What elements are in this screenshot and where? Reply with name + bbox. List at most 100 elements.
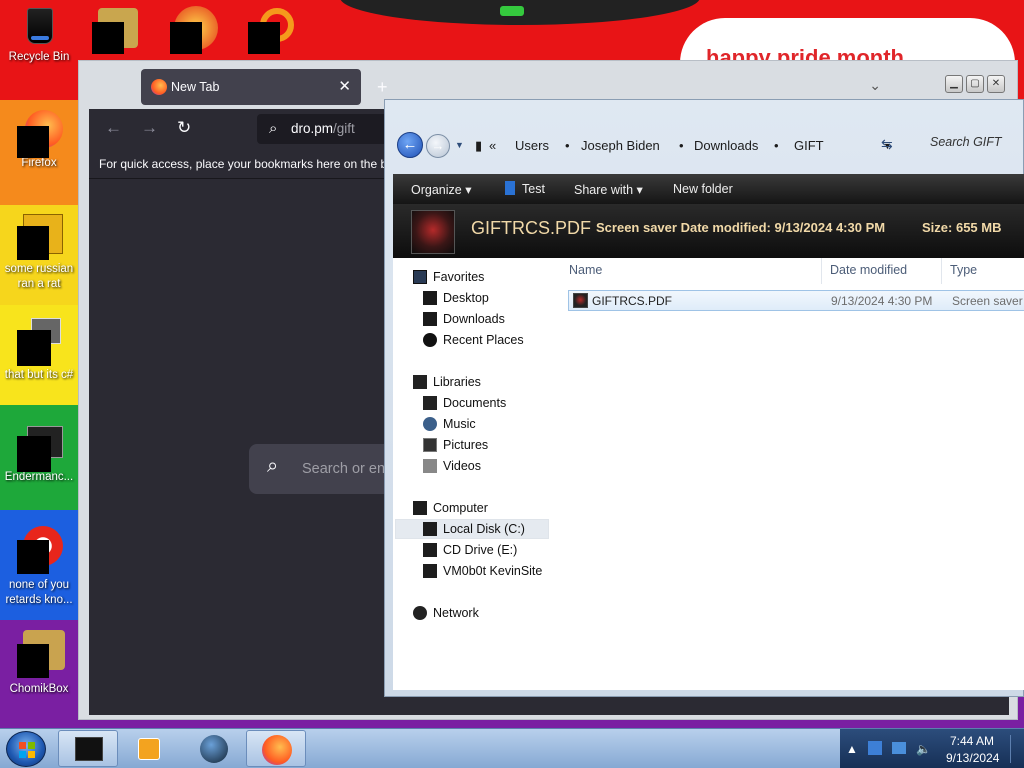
desktop-icon-top-3[interactable] (248, 6, 298, 56)
url-text[interactable]: dro.pm/gift (291, 121, 355, 136)
close-window-button[interactable]: ✕ (987, 75, 1005, 93)
desktop-icon-top-1[interactable] (92, 8, 138, 54)
nav-label: Recent Places (443, 333, 524, 347)
forward-button[interactable]: → (141, 118, 158, 138)
recent-pages-dropdown[interactable]: ▼ (455, 140, 464, 150)
favorites-icon (413, 270, 427, 284)
taskbar-explorer[interactable] (58, 730, 118, 767)
breadcrumb[interactable]: ▮ « Users • Joseph Biden • Downloads • G… (475, 134, 905, 158)
column-separator[interactable] (821, 258, 822, 284)
taskbar: ▲ 🔈 7:44 AM 9/13/2024 (0, 728, 1024, 768)
taskbar-media-player[interactable] (122, 730, 182, 767)
breadcrumb-separator: • (774, 138, 779, 153)
app-icon (17, 214, 63, 260)
nav-local-disk[interactable]: Local Disk (C:) (395, 519, 549, 539)
windows-logo-icon (19, 742, 35, 758)
nav-label: VM0b0t KevinSite (443, 564, 543, 578)
desktop-icon-endermanch[interactable]: Endermanc... (1, 424, 77, 485)
desktop-icon-label: Endermanc... (4, 471, 74, 483)
nav-label: Computer (433, 501, 488, 515)
search-field[interactable]: Search GIFT (930, 135, 1002, 149)
file-list: Name Date modified Type GIFTRCS.PDF 9/13… (563, 258, 1024, 690)
explorer-body: Favorites Desktop Downloads Recent Place… (393, 258, 1024, 690)
breadcrumb-prefix[interactable]: « (489, 138, 496, 153)
volume-icon[interactable]: 🔈 (916, 742, 931, 756)
column-header-type[interactable]: Type (950, 263, 977, 277)
share-with-button[interactable]: Share with ▾ (574, 182, 643, 197)
size-value: 655 MB (955, 220, 1002, 235)
explorer-window: ← → ▼ ▮ « Users • Joseph Biden • Downloa… (384, 99, 1024, 697)
desktop-icon-label: ChomikBox (9, 683, 69, 695)
tab-title: New Tab (171, 80, 220, 94)
firefox-icon (17, 110, 63, 158)
breadcrumb-downloads[interactable]: Downloads (694, 138, 758, 153)
file-date: 9/13/2024 4:30 PM (831, 294, 933, 308)
taskbar-firefox[interactable] (246, 730, 306, 767)
nav-label: Music (443, 417, 476, 431)
desktop-icon-firefox[interactable]: Firefox (1, 110, 77, 171)
desktop-icon-chomikbox[interactable]: ChomikBox (1, 630, 77, 697)
desktop-icon-recycle-bin[interactable]: Recycle Bin (1, 6, 77, 65)
tray-app-icon[interactable] (868, 741, 882, 755)
nav-label: Network (433, 606, 479, 620)
firefox-favicon-icon (151, 79, 167, 95)
maximize-button[interactable]: ▢ (966, 75, 984, 93)
search-icon: ⌕ (269, 120, 278, 137)
taskbar-internet[interactable] (184, 730, 244, 767)
breadcrumb-gift[interactable]: GIFT (794, 138, 824, 153)
new-tab-button[interactable]: + (377, 77, 388, 98)
new-folder-button[interactable]: New folder (673, 182, 733, 196)
network-icon (413, 606, 427, 620)
navigation-pane: Favorites Desktop Downloads Recent Place… (393, 258, 563, 690)
file-type: Screen saver (596, 220, 677, 235)
music-icon (423, 417, 437, 431)
breadcrumb-joseph-biden[interactable]: Joseph Biden (581, 138, 660, 153)
column-header-date-modified[interactable]: Date modified (830, 263, 907, 277)
test-icon (505, 181, 515, 195)
network-status-icon[interactable] (892, 742, 906, 754)
tab-close-button[interactable]: ✕ (338, 77, 351, 95)
system-tray: ▲ 🔈 7:44 AM 9/13/2024 (840, 729, 1024, 768)
chomikbox-icon (17, 630, 65, 678)
network-drive-icon (423, 564, 437, 578)
show-desktop-button[interactable] (1010, 735, 1022, 763)
back-button[interactable]: ← (397, 132, 423, 158)
search-icon: ⌕ (267, 455, 279, 477)
selected-file-name: GIFTRCS.PDF (471, 218, 591, 238)
file-row[interactable]: GIFTRCS.PDF 9/13/2024 4:30 PM Screen sav… (568, 290, 1024, 311)
breadcrumb-users[interactable]: Users (515, 138, 549, 153)
desktop-icon-some-russian[interactable]: some russian ran a rat (1, 214, 77, 292)
folder-icon: ▮ (475, 138, 483, 153)
size-label: Size: (922, 220, 953, 235)
nav-label: Libraries (433, 375, 481, 389)
explorer-icon (75, 737, 103, 761)
firefox-icon (262, 735, 292, 765)
show-hidden-icons-button[interactable]: ▲ (846, 742, 858, 756)
column-separator[interactable] (941, 258, 942, 284)
start-button[interactable] (6, 731, 46, 767)
reload-button[interactable]: ↻ (177, 118, 191, 138)
clock-date[interactable]: 9/13/2024 (946, 751, 999, 765)
list-all-tabs-button[interactable]: ⌄ (869, 77, 881, 94)
column-header-name[interactable]: Name (569, 263, 602, 277)
app-icon (17, 526, 63, 574)
clock-time[interactable]: 7:44 AM (950, 734, 994, 748)
refresh-icon[interactable]: ⇆ (881, 136, 893, 153)
tab-new-tab[interactable]: New Tab ✕ (141, 69, 361, 105)
test-button[interactable]: Test (522, 182, 545, 196)
back-button[interactable]: ← (105, 118, 122, 138)
breadcrumb-separator: • (679, 138, 684, 153)
breadcrumb-separator: • (565, 138, 570, 153)
organize-button[interactable]: Organize ▾ (411, 182, 471, 197)
file-type: Screen saver (952, 294, 1023, 308)
desktop-icon-top-2[interactable] (170, 6, 220, 56)
file-thumbnail (411, 210, 455, 254)
downloads-icon (423, 312, 437, 326)
documents-icon (423, 396, 437, 410)
desktop-icon-label: that but its c# (4, 369, 74, 381)
desktop-icon-none-of-you[interactable]: none of you retards kno... (1, 526, 77, 608)
nav-label: Local Disk (C:) (443, 522, 525, 536)
forward-button[interactable]: → (426, 134, 450, 158)
minimize-button[interactable]: ▁ (945, 75, 963, 93)
desktop-icon-that-but-its-csharp[interactable]: that but its c# (1, 318, 77, 383)
